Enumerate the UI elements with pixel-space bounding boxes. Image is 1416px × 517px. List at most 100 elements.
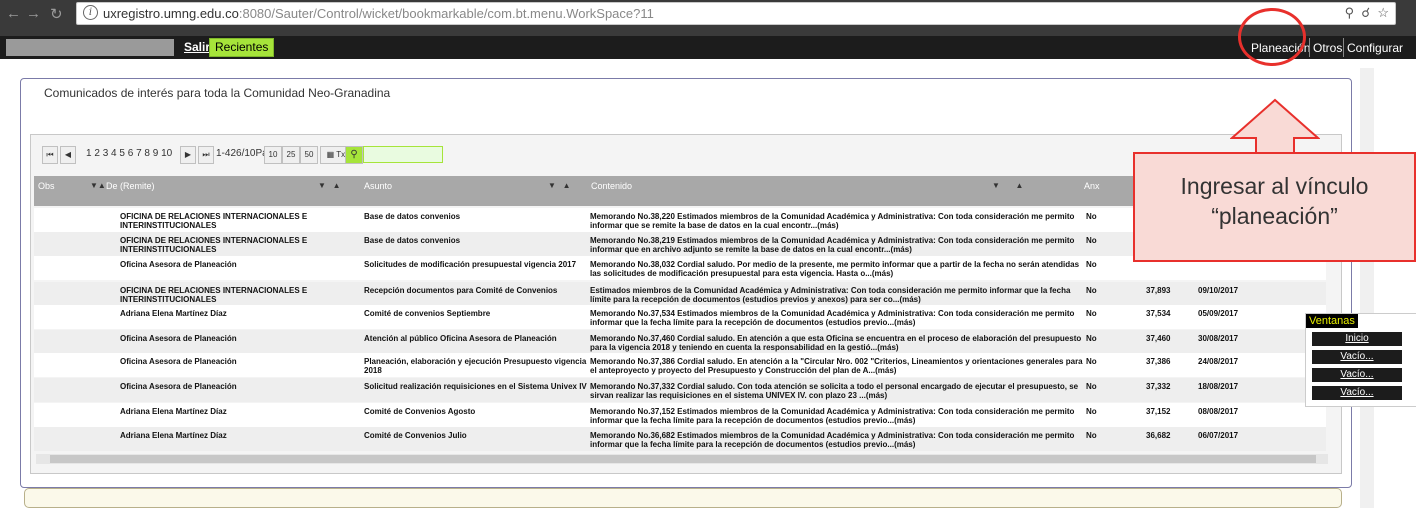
panel-title: Comunicados de interés para toda la Comu… [44, 86, 391, 100]
cell-fecha: 30/08/2017 [1198, 334, 1239, 343]
table-row[interactable]: Adriana Elena Martínez Díaz Comité de Con… [34, 427, 1326, 451]
cell-contenido: Memorando No.37,534 Estimados miembros d… [590, 309, 1075, 327]
cell-asunto: Comité de Convenios Julio [364, 431, 467, 440]
star-icon[interactable]: ☆ [1377, 5, 1389, 20]
page-link[interactable]: 5 [119, 148, 125, 159]
address-bar[interactable]: i uxregistro.umng.edu.co:8080/Sauter/Con… [76, 2, 1396, 25]
highlight-circle [1238, 8, 1306, 66]
cell-anx: No [1086, 236, 1097, 245]
page-size-50[interactable]: 50 [300, 146, 318, 164]
search-icon[interactable]: ⚲ [345, 146, 363, 164]
search-input[interactable] [363, 146, 443, 163]
recientes-button[interactable]: Recientes [209, 38, 275, 57]
page-link[interactable]: 8 [144, 148, 150, 159]
cell-anx: No [1086, 212, 1097, 221]
table-row[interactable]: Oficina Asesora de Planeación Solicitud r… [34, 378, 1326, 402]
page-link[interactable]: 1 [86, 148, 92, 159]
table-row[interactable]: Adriana Elena Martínez Díaz Comité de Con… [34, 403, 1326, 427]
sort-icon[interactable]: ▼ ▲ [992, 181, 1023, 190]
cell-contenido: Memorando No.38,032 Cordial saludo. Por … [590, 260, 1080, 278]
menu-otros[interactable]: Otros [1313, 41, 1342, 55]
ventana-inicio[interactable]: Inicio [1312, 332, 1402, 346]
cell-contenido: Memorando No.37,386 Cordial saludo. En a… [590, 357, 1083, 375]
cell-number: 37,534 [1146, 309, 1171, 318]
table-row[interactable]: Adriana Elena Martínez Díaz Comité de con… [34, 305, 1326, 329]
ventana-slot[interactable]: Vacío... [1312, 386, 1402, 400]
page-link[interactable]: 9 [153, 148, 159, 159]
scroll-thumb[interactable] [50, 455, 1316, 463]
first-page-icon[interactable]: ⏮ [42, 146, 58, 164]
cell-asunto: Planeación, elaboración y ejecución Pres… [364, 357, 587, 375]
page-link[interactable]: 3 [103, 148, 109, 159]
cell-de: OFICINA DE RELACIONES INTERNACIONALES E … [120, 236, 308, 254]
page-link[interactable]: 2 [94, 148, 100, 159]
sort-icon[interactable]: ▼▲ [90, 181, 106, 190]
page-size-10[interactable]: 10 [264, 146, 282, 164]
cell-anx: No [1086, 357, 1097, 366]
vertical-scrollbar[interactable] [1360, 68, 1374, 508]
col-de[interactable]: De (Remite) [106, 181, 155, 191]
menu-configurar[interactable]: Configurar [1347, 41, 1403, 55]
cell-number: 37,332 [1146, 382, 1171, 391]
info-icon[interactable]: i [83, 5, 98, 20]
key-icon[interactable]: ☌ [1361, 5, 1370, 20]
cell-anx: No [1086, 382, 1097, 391]
sort-icon[interactable]: ▼ ▲ [548, 181, 571, 190]
last-page-icon[interactable]: ⏭ [198, 146, 214, 164]
cell-number: 36,682 [1146, 431, 1171, 440]
cell-number: 37,460 [1146, 334, 1171, 343]
table-row[interactable]: OFICINA DE RELACIONES INTERNACIONALES E … [34, 282, 1326, 306]
cell-asunto: Base de datos convenios [364, 236, 461, 245]
horizontal-scrollbar[interactable] [36, 454, 1328, 464]
cell-number: 37,893 [1146, 286, 1171, 295]
col-contenido[interactable]: Contenido [591, 181, 632, 191]
page-link[interactable]: 6 [128, 148, 134, 159]
url-text: uxregistro.umng.edu.co:8080/Sauter/Contr… [103, 6, 654, 21]
page-link[interactable]: 4 [111, 148, 117, 159]
col-anx[interactable]: Anx [1084, 181, 1100, 191]
page-size-25[interactable]: 25 [282, 146, 300, 164]
cell-asunto: Solicitudes de modificación presupuestal… [364, 260, 577, 269]
zoom-icon[interactable]: ⚲ [1345, 5, 1355, 20]
next-page-icon[interactable]: ▶ [180, 146, 196, 164]
reload-icon[interactable]: ↻ [50, 5, 63, 23]
cell-number: 37,152 [1146, 407, 1171, 416]
cell-de: OFICINA DE RELACIONES INTERNACIONALES E … [120, 286, 308, 304]
cell-de: Oficina Asesora de Planeación [120, 260, 237, 269]
col-asunto[interactable]: Asunto [364, 181, 392, 191]
sort-icon[interactable]: ▼ ▲ [318, 181, 341, 190]
cell-anx: No [1086, 286, 1097, 295]
cell-contenido: Memorando No.37,152 Estimados miembros d… [590, 407, 1075, 425]
cell-anx: No [1086, 260, 1097, 269]
ventana-slot[interactable]: Vacío... [1312, 350, 1402, 364]
user-name-redacted [6, 39, 174, 56]
forward-icon[interactable]: → [26, 5, 41, 22]
cell-asunto: Comité de Convenios Agosto [364, 407, 476, 416]
page-link[interactable]: 10 [161, 148, 172, 159]
cell-fecha: 08/08/2017 [1198, 407, 1239, 416]
cell-contenido: Memorando No.37,460 Cordial saludo. En a… [590, 334, 1082, 352]
prev-page-icon[interactable]: ◀ [60, 146, 76, 164]
cell-fecha: 18/08/2017 [1198, 382, 1239, 391]
cell-contenido: Memorando No.37,332 Cordial saludo. Con … [590, 382, 1079, 400]
callout-line1: Ingresar al vínculo [1180, 173, 1369, 199]
salir-link[interactable]: Salir [184, 40, 210, 54]
cell-de: Adriana Elena Martínez Díaz [120, 431, 227, 440]
url-host: uxregistro.umng.edu.co [103, 6, 239, 21]
back-icon[interactable]: ← [6, 5, 21, 22]
cell-anx: No [1086, 334, 1097, 343]
footer-status-box [24, 488, 1342, 508]
col-obs[interactable]: Obs [38, 181, 55, 191]
cell-asunto: Base de datos convenios [364, 212, 461, 221]
table-row[interactable]: Oficina Asesora de Planeación Planeación,… [34, 353, 1326, 377]
cell-de: OFICINA DE RELACIONES INTERNACIONALES E … [120, 212, 308, 230]
table-row[interactable]: Oficina Asesora de Planeación Atención al… [34, 330, 1326, 354]
page-numbers: 1 2 3 4 5 6 7 8 9 10 [86, 148, 172, 159]
cell-anx: No [1086, 309, 1097, 318]
ventana-slot[interactable]: Vacío... [1312, 368, 1402, 382]
cell-asunto: Recepción documentos para Comité de Conv… [364, 286, 558, 295]
menu-divider [1343, 38, 1344, 57]
address-icons: ⚲ ☌ ☆ [1345, 5, 1389, 21]
cell-asunto: Comité de convenios Septiembre [364, 309, 491, 318]
page-link[interactable]: 7 [136, 148, 142, 159]
